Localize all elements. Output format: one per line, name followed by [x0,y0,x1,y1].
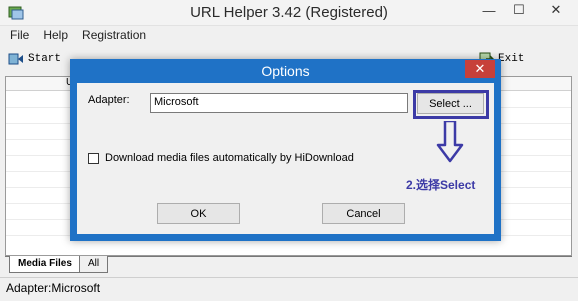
menu-file[interactable]: File [10,26,29,44]
status-bar: Adapter:Microsoft [0,277,578,297]
exit-label: Exit [498,53,525,65]
menu-registration[interactable]: Registration [82,26,146,44]
status-text: Adapter:Microsoft [6,281,101,295]
ok-button[interactable]: OK [157,203,240,224]
select-button[interactable]: Select ... [417,93,484,114]
menu-help[interactable]: Help [43,26,68,44]
tab-all[interactable]: All [79,256,109,273]
dialog-body: Adapter: Microsoft Select ... Download m… [77,83,494,234]
dialog-title: Options [261,63,310,79]
auto-download-label: Download media files automatically by Hi… [105,152,354,164]
start-button[interactable]: Start [8,47,61,71]
auto-download-option[interactable]: Download media files automatically by Hi… [88,152,354,164]
minimize-button[interactable]: — [474,0,504,20]
menu-bar: File Help Registration [0,26,578,44]
close-window-button[interactable]: ✕ [534,0,578,20]
dialog-close-button[interactable]: ✕ [465,60,495,78]
adapter-field[interactable]: Microsoft [150,93,408,113]
annotation-arrow-icon [436,121,464,163]
start-label: Start [28,53,62,65]
tab-media-files[interactable]: Media Files [9,256,81,273]
annotation-label: 2.选择Select [406,178,476,192]
adapter-label: Adapter: [88,94,130,106]
title-bar: URL Helper 3.42 (Registered) — ☐ ✕ [0,0,578,26]
cancel-button[interactable]: Cancel [322,203,405,224]
maximize-button[interactable]: ☐ [504,0,534,20]
tab-strip: Media Files All [5,256,572,274]
start-icon [8,53,23,65]
auto-download-checkbox[interactable] [88,152,99,164]
